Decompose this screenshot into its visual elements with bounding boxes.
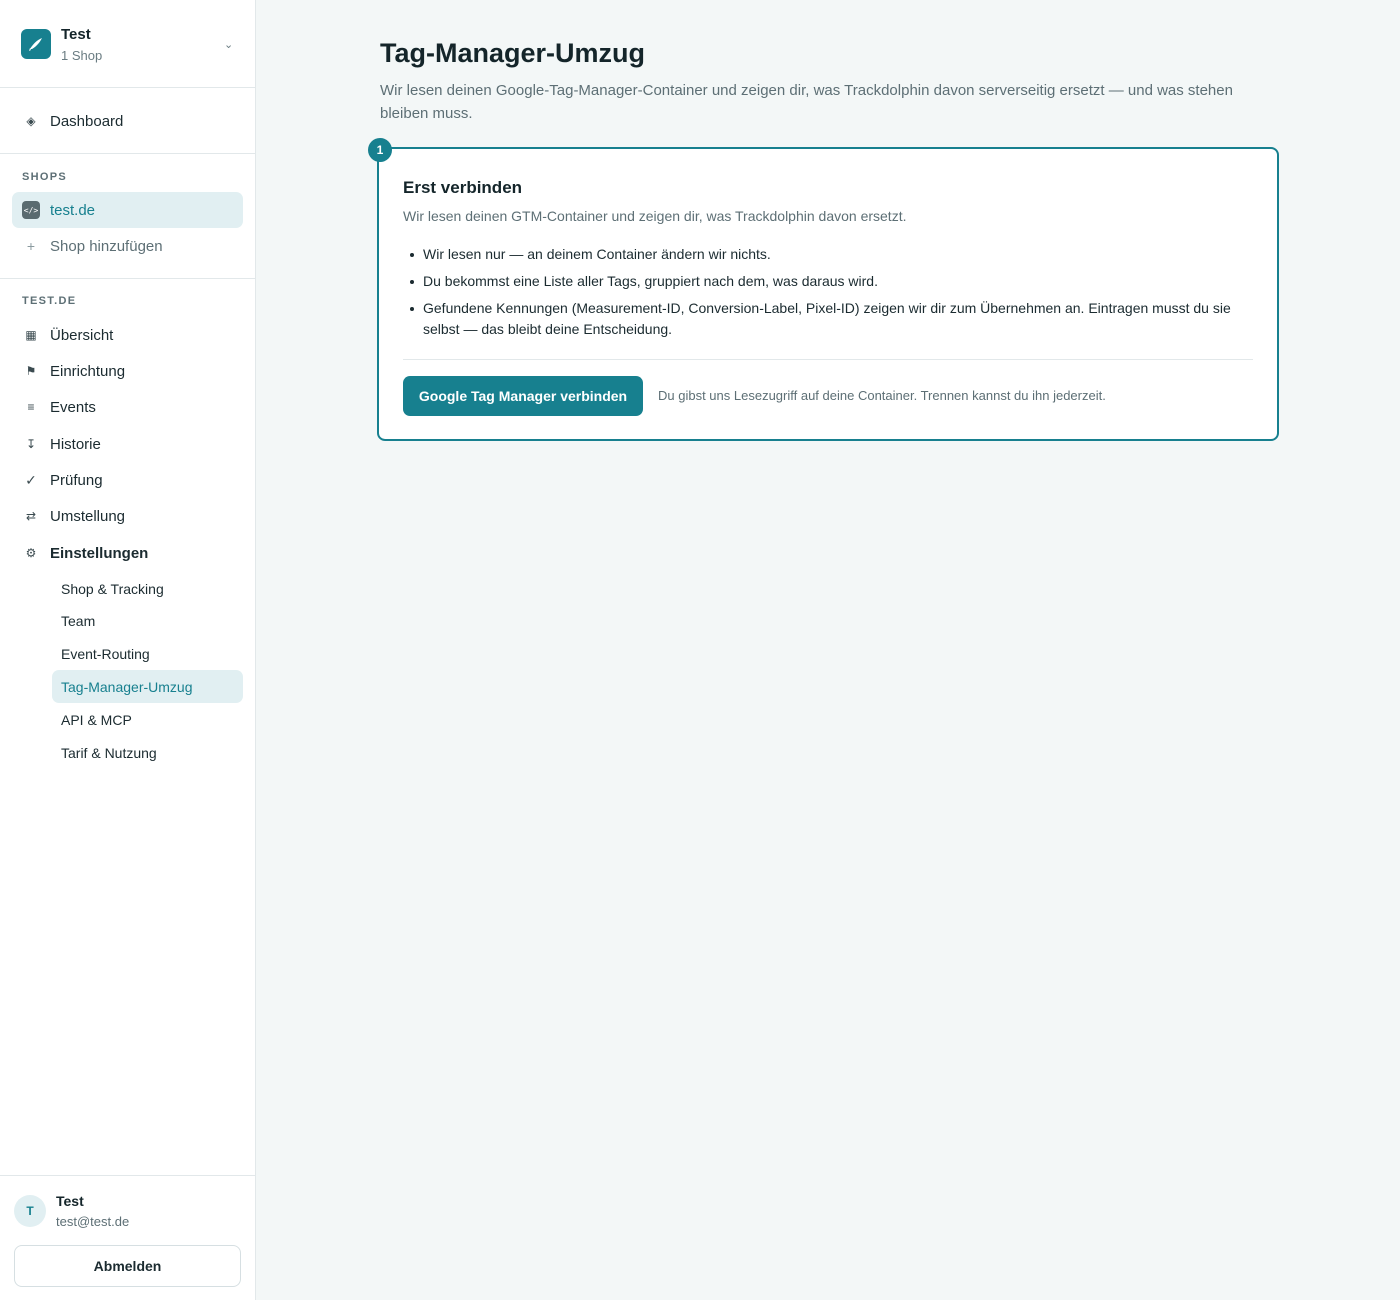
nav-einstellungen[interactable]: ⚙ Einstellungen <box>12 535 243 571</box>
flag-icon: ⚑ <box>25 364 37 378</box>
settings-tag-manager-umzug[interactable]: Tag-Manager-Umzug <box>52 670 243 703</box>
diamond-icon: ◈ <box>26 114 36 128</box>
settings-shop-tracking[interactable]: Shop & Tracking <box>52 572 243 605</box>
nav-label: Historie <box>50 435 101 453</box>
main-content: Tag-Manager-Umzug Wir lesen deinen Googl… <box>256 0 1400 1300</box>
add-shop-label: Shop hinzufügen <box>50 237 163 255</box>
dolphin-logo-icon <box>21 29 51 59</box>
page-title: Tag-Manager-Umzug <box>380 38 646 68</box>
nav-historie[interactable]: ↧ Historie <box>12 426 243 462</box>
swap-icon: ⇄ <box>25 509 37 523</box>
nav-uebersicht[interactable]: ▦ Übersicht <box>12 317 243 353</box>
add-shop-button[interactable]: + Shop hinzufügen <box>12 228 243 264</box>
settings-event-routing[interactable]: Event-Routing <box>52 637 243 670</box>
nav-label: Einstellungen <box>50 544 149 562</box>
plus-icon: + <box>26 238 36 254</box>
list-item: Du bekommst eine Liste aller Tags, grupp… <box>403 271 1253 292</box>
settings-team[interactable]: Team <box>52 604 243 637</box>
logout-button[interactable]: Abmelden <box>14 1245 241 1287</box>
nav-dashboard-label: Dashboard <box>50 112 124 130</box>
connect-note: Du gibst uns Lesezugriff auf deine Conta… <box>658 388 1106 403</box>
nav-umstellung[interactable]: ⇄ Umstellung <box>12 498 243 534</box>
nav-label: Umstellung <box>50 507 126 525</box>
nav-label: Prüfung <box>50 471 103 489</box>
nav-pruefung[interactable]: ✓ Prüfung <box>12 462 243 498</box>
list-item: Gefundene Kennungen (Measurement-ID, Con… <box>403 298 1253 340</box>
user-panel: T Test test@test.de Abmelden <box>0 1175 255 1300</box>
settings-api-mcp[interactable]: API & MCP <box>52 703 243 736</box>
org-shop-count: 1 Shop <box>61 48 103 63</box>
shop-section-label: TEST.DE <box>22 295 77 307</box>
info-list: Wir lesen nur — an deinem Container ände… <box>403 244 1253 346</box>
connect-card: 1 Erst verbinden Wir lesen deinen GTM-Co… <box>368 138 1279 441</box>
grid-icon: ▦ <box>25 328 37 342</box>
step-badge: 1 <box>368 138 392 162</box>
org-switcher[interactable]: Test 1 Shop ⌄ <box>0 0 255 88</box>
shops-section-label: SHOPS <box>22 171 68 183</box>
nav-einrichtung[interactable]: ⚑ Einrichtung <box>12 353 243 389</box>
divider <box>403 359 1253 360</box>
settings-tarif-nutzung[interactable]: Tarif & Nutzung <box>52 736 243 769</box>
org-name: Test <box>61 26 91 43</box>
list-item: Wir lesen nur — an deinem Container ände… <box>403 244 1253 265</box>
nav-events[interactable]: ≡ Events <box>12 389 243 425</box>
check-icon: ✓ <box>25 471 37 488</box>
nav-label: Events <box>50 398 96 416</box>
list-icon: ≡ <box>27 400 35 414</box>
user-email: test@test.de <box>56 1214 130 1229</box>
code-icon: </> <box>22 201 40 219</box>
user-name: Test <box>56 1193 84 1209</box>
nav-label: Übersicht <box>50 326 114 344</box>
sidebar: Test 1 Shop ⌄ ◈ Dashboard SHOPS </> test… <box>0 0 256 1300</box>
history-icon: ↧ <box>25 437 37 451</box>
card-title: Erst verbinden <box>403 178 523 197</box>
card-subtitle: Wir lesen deinen GTM-Container und zeige… <box>403 208 907 224</box>
avatar: T <box>14 1195 46 1227</box>
nav-label: Einrichtung <box>50 362 126 380</box>
gear-icon: ⚙ <box>25 546 37 560</box>
shop-item-label: test.de <box>50 201 96 219</box>
nav-dashboard[interactable]: ◈ Dashboard <box>12 103 243 139</box>
connect-gtm-button[interactable]: Google Tag Manager verbinden <box>403 376 643 416</box>
chevron-down-icon[interactable]: ⌄ <box>224 38 233 51</box>
page-description: Wir lesen deinen Google-Tag-Manager-Cont… <box>380 82 1233 122</box>
shop-item-current[interactable]: </> test.de <box>12 192 243 228</box>
